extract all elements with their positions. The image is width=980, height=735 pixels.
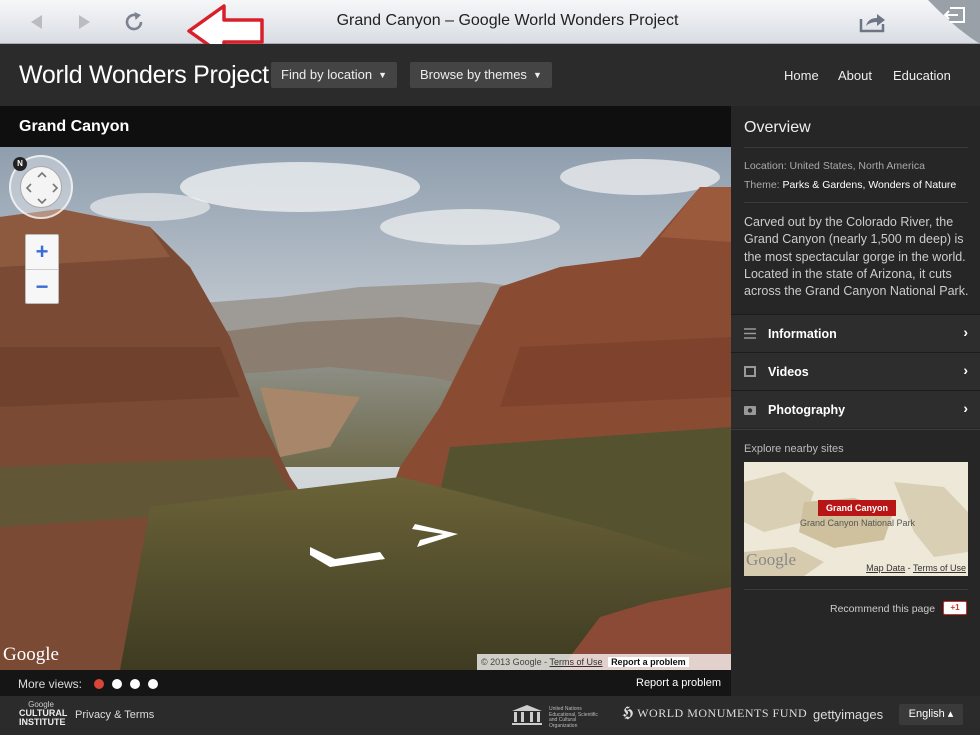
- more-views-dot[interactable]: [130, 679, 140, 689]
- map-pin-label[interactable]: Grand Canyon: [818, 500, 897, 516]
- divider: [731, 429, 980, 430]
- share-button[interactable]: [858, 8, 888, 36]
- divider: [744, 147, 968, 148]
- more-views-dot[interactable]: [148, 679, 158, 689]
- theme-value[interactable]: Parks & Gardens, Wonders of Nature: [783, 179, 957, 191]
- site-header: World Wonders Project Find by location ▼ …: [0, 44, 980, 106]
- reload-button[interactable]: [119, 8, 149, 36]
- section-label: Information: [768, 327, 837, 341]
- report-problem-link[interactable]: Report a problem: [636, 677, 721, 689]
- cultural-institute-logo[interactable]: Google CULTURAL INSTITUTE: [19, 700, 68, 727]
- location-meta: Location: United States, North America: [744, 160, 925, 172]
- back-arrow-icon: [31, 15, 42, 29]
- map-terms-link[interactable]: Terms of Use: [913, 563, 966, 573]
- map-links: Map Data - Terms of Use: [866, 563, 966, 573]
- share-icon: [859, 14, 885, 33]
- more-views-dot[interactable]: [94, 679, 104, 689]
- title-bar: Grand Canyon: [0, 106, 731, 147]
- unesco-text: United Nations Educational, Scientific a…: [549, 706, 598, 729]
- camera-icon: [744, 406, 756, 415]
- wmf-mark-icon: 𝕳: [622, 704, 634, 721]
- report-problem-link[interactable]: Report a problem: [608, 657, 689, 667]
- more-views-label: More views:: [18, 677, 83, 691]
- back-button[interactable]: [22, 8, 52, 36]
- canyon-photo: [0, 147, 731, 670]
- world-monuments-fund-logo[interactable]: 𝕳 WORLD MONUMENTS FUND: [622, 704, 807, 722]
- unesco-temple-icon: [512, 705, 542, 725]
- nav-education[interactable]: Education: [893, 68, 951, 83]
- divider: [744, 589, 968, 590]
- find-by-location-dropdown[interactable]: Find by location ▼: [271, 62, 397, 88]
- section-information[interactable]: Information ›: [731, 314, 980, 352]
- zoom-in-button[interactable]: +: [26, 235, 58, 269]
- cultural-name-text: CULTURAL INSTITUTE: [19, 708, 68, 727]
- reload-icon: [125, 12, 143, 31]
- map-data-link[interactable]: Map Data: [866, 563, 905, 573]
- film-icon: [744, 366, 756, 377]
- section-photography[interactable]: Photography ›: [731, 390, 980, 428]
- wmf-text: WORLD MONUMENTS FUND: [637, 706, 808, 720]
- terms-link[interactable]: Terms of Use: [550, 657, 603, 667]
- map-place-label: Grand Canyon National Park: [800, 518, 916, 528]
- getty-images-logo[interactable]: gettyimages: [813, 707, 883, 722]
- zoom-control: + −: [25, 234, 59, 304]
- nearby-map[interactable]: Grand Canyon Grand Canyon National Park …: [744, 462, 968, 576]
- nearby-label: Explore nearby sites: [744, 443, 844, 455]
- copyright-text: © 2013 Google -: [481, 657, 548, 667]
- google-plus-one-button[interactable]: +1: [943, 601, 967, 615]
- dropdown-label: Find by location: [281, 67, 373, 82]
- more-views-dot[interactable]: [112, 679, 122, 689]
- pan-arrows-icon: [25, 171, 59, 205]
- pan-control-center[interactable]: [20, 166, 62, 208]
- brand-logo[interactable]: World Wonders Project: [19, 61, 269, 90]
- privacy-terms-link[interactable]: Privacy & Terms: [75, 709, 154, 721]
- divider: [744, 202, 968, 203]
- browser-toolbar: Grand Canyon – Google World Wonders Proj…: [0, 0, 980, 58]
- chevron-right-icon: ›: [963, 400, 968, 416]
- overview-sidebar: Overview Location: United States, North …: [731, 106, 980, 696]
- zoom-out-button[interactable]: −: [26, 269, 58, 303]
- map-attribution: © 2013 Google - Terms of Use Report a pr…: [477, 654, 731, 670]
- forward-button[interactable]: [69, 8, 99, 36]
- forward-arrow-icon: [79, 15, 90, 29]
- browse-by-themes-dropdown[interactable]: Browse by themes ▼: [410, 62, 552, 88]
- language-selector[interactable]: English ▴: [899, 704, 963, 725]
- theme-label: Theme:: [744, 179, 780, 191]
- map-google-logo: Google: [746, 550, 797, 569]
- chevron-right-icon: ›: [963, 362, 968, 378]
- north-indicator-icon: N: [13, 157, 27, 171]
- google-logo: Google: [3, 644, 59, 665]
- caret-down-icon: ▼: [532, 70, 542, 80]
- nav-home[interactable]: Home: [784, 68, 819, 83]
- page-curl-icon[interactable]: [928, 0, 980, 44]
- chevron-right-icon: ›: [963, 324, 968, 340]
- page-title: Grand Canyon: [19, 118, 130, 135]
- recommend-label: Recommend this page: [830, 603, 936, 615]
- overview-title: Overview: [744, 119, 811, 136]
- list-icon: [744, 328, 756, 339]
- section-label: Photography: [768, 403, 846, 417]
- street-view-panorama[interactable]: [0, 147, 731, 670]
- dropdown-label: Browse by themes: [420, 67, 527, 82]
- section-videos[interactable]: Videos ›: [731, 352, 980, 390]
- site-description: Carved out by the Colorado River, the Gr…: [744, 215, 969, 299]
- theme-meta: Theme: Parks & Gardens, Wonders of Natur…: [744, 179, 956, 191]
- site-footer: Google CULTURAL INSTITUTE Privacy & Term…: [0, 696, 980, 735]
- nav-about[interactable]: About: [838, 68, 872, 83]
- browser-title: Grand Canyon – Google World Wonders Proj…: [336, 12, 679, 29]
- section-label: Videos: [768, 365, 809, 379]
- location-label: Location:: [744, 160, 787, 172]
- more-views-bar: More views: Report a problem: [0, 670, 731, 696]
- caret-down-icon: ▼: [378, 70, 387, 80]
- location-value: United States, North America: [789, 160, 925, 172]
